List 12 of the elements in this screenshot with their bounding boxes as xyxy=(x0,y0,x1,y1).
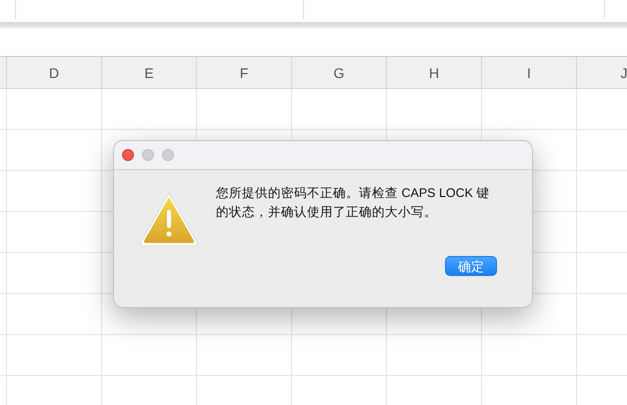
warning-icon xyxy=(138,190,200,248)
zoom-button[interactable] xyxy=(162,149,174,161)
column-header[interactable]: G xyxy=(292,57,387,89)
column-header[interactable]: E xyxy=(102,57,197,89)
column-header[interactable]: I xyxy=(482,57,577,89)
minimize-button[interactable] xyxy=(142,149,154,161)
column-header[interactable]: F xyxy=(197,57,292,89)
column-header[interactable]: H xyxy=(387,57,482,89)
alert-message: 您所提供的密码不正确。请检查 CAPS LOCK 键的状态，并确认使用了正确的大小写。 xyxy=(216,185,490,221)
close-button[interactable] xyxy=(122,149,134,161)
column-header[interactable]: D xyxy=(7,57,102,89)
column-header[interactable]: J xyxy=(577,57,627,89)
